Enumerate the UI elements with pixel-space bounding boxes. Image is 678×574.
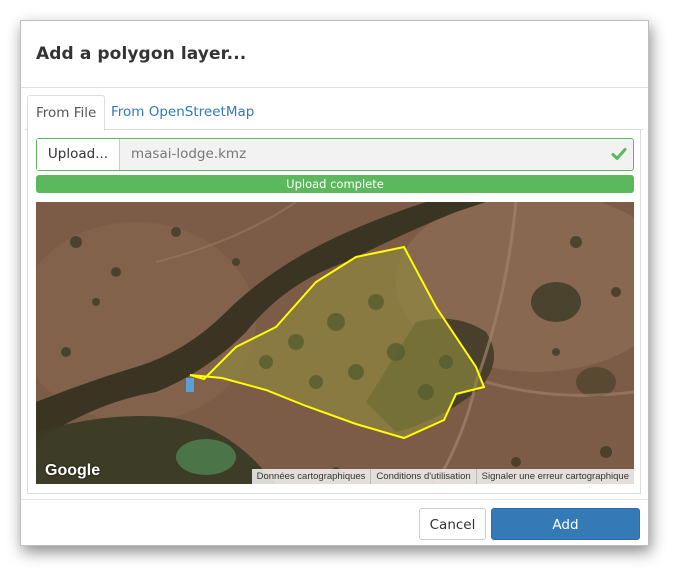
tab-from-file[interactable]: From File: [27, 95, 106, 131]
google-logo: Google: [45, 462, 101, 479]
file-upload-group: Upload... masai-lodge.kmz: [36, 138, 634, 171]
from-file-panel: Upload... masai-lodge.kmz Upload complet…: [27, 129, 641, 494]
upload-progress-fill: Upload complete: [36, 175, 634, 193]
dialog-header: Add a polygon layer...: [21, 21, 648, 88]
file-name-field: masai-lodge.kmz: [131, 146, 247, 162]
dialog-title: Add a polygon layer...: [36, 44, 247, 64]
check-icon: [611, 148, 627, 160]
tab-from-openstreetmap[interactable]: From OpenStreetMap: [103, 95, 262, 129]
cancel-button[interactable]: Cancel: [419, 508, 486, 540]
dialog-footer: Cancel Add: [21, 499, 648, 546]
attribution-map-data[interactable]: Données cartographiques: [252, 469, 371, 484]
upload-progress-bar: Upload complete: [36, 175, 634, 193]
attribution-report-error[interactable]: Signaler une erreur cartographique: [475, 469, 634, 484]
map-imagery: [36, 202, 634, 484]
tab-bar: From File From OpenStreetMap: [25, 91, 643, 131]
attribution-terms[interactable]: Conditions d'utilisation: [370, 469, 475, 484]
satellite-map[interactable]: Google Données cartographiques Condition…: [36, 202, 634, 484]
dialog-body: From File From OpenStreetMap Upload... m…: [25, 91, 643, 495]
upload-button[interactable]: Upload...: [37, 139, 120, 170]
add-polygon-layer-dialog: Add a polygon layer... From File From Op…: [20, 20, 649, 546]
add-button[interactable]: Add: [491, 508, 640, 540]
map-attribution: Données cartographiques Conditions d'uti…: [251, 469, 634, 484]
